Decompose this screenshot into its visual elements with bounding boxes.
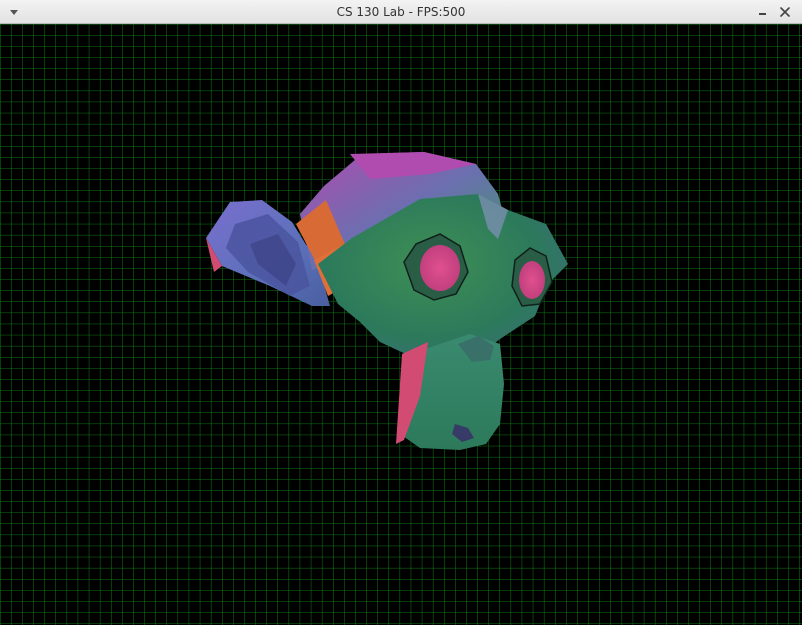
title-bar[interactable]: CS 130 Lab - FPS:500 [0, 0, 802, 24]
application-window: CS 130 Lab - FPS:500 [0, 0, 802, 625]
window-title: CS 130 Lab - FPS:500 [336, 5, 466, 19]
render-viewport[interactable] [0, 24, 802, 625]
minimize-icon[interactable] [755, 5, 769, 19]
close-icon[interactable] [778, 5, 792, 19]
